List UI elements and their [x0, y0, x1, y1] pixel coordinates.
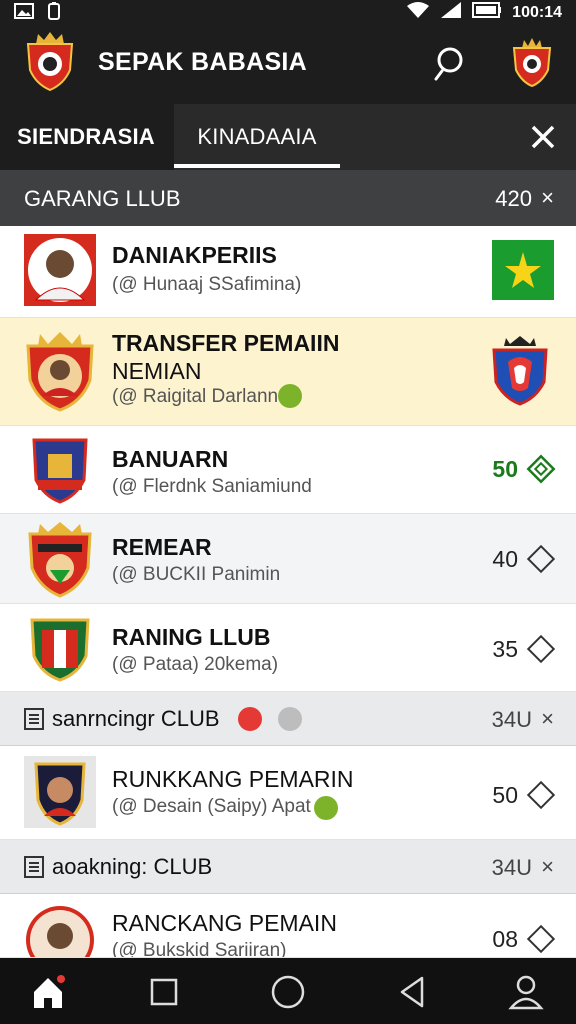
tab-siendrasia[interactable]: SIENDRASIA	[0, 104, 172, 170]
list-item[interactable]: RUNKKANG PEMARIN (@ Desain (Saipy) Apat …	[0, 746, 576, 840]
row-title: RANING LLUB	[112, 624, 271, 650]
close-button[interactable]	[526, 120, 560, 154]
search-button[interactable]	[432, 44, 472, 84]
circle-icon	[271, 975, 305, 1009]
nav-profile-button[interactable]	[506, 972, 546, 1012]
diamond-icon[interactable]	[526, 780, 556, 810]
row-subtitle: (@ Raigital Darlanna	[112, 386, 289, 407]
row-title: REMEAR	[112, 534, 212, 560]
row-title-line2: NEMIAN	[112, 358, 202, 384]
row-title: TRANSFER PEMAIIN	[112, 330, 340, 356]
active-tab-indicator	[174, 164, 340, 168]
list-item[interactable]: TRANSFER PEMAIIN NEMIAN (@ Raigital Darl…	[0, 318, 576, 426]
app-logo[interactable]	[24, 30, 76, 92]
club-logo	[24, 436, 96, 504]
player-avatar	[24, 234, 96, 306]
row-title: BANUARN	[112, 446, 229, 472]
search-icon	[434, 47, 463, 81]
row-value: 50	[492, 782, 518, 808]
star-flag-icon	[492, 240, 554, 300]
list-item[interactable]: RANING LLUB (@ Pataa) 20kema) 35	[0, 604, 576, 692]
row-title: RANCKANG PEMAIN	[112, 910, 337, 936]
section-header: aoakning: CLUB 34U ×	[0, 840, 576, 894]
verified-badge-icon	[314, 796, 338, 820]
status-bar: 100:14	[0, 0, 576, 22]
row-subtitle: (@ Bukskid Sariiran)	[112, 940, 287, 958]
list-icon	[24, 856, 44, 878]
player-avatar	[24, 904, 96, 957]
section-title: GARANG LLUB	[24, 186, 181, 211]
tab-bar: SIENDRASIA KINADAAIA	[0, 104, 576, 170]
row-subtitle: (@ BUCKII Panimin	[112, 564, 281, 585]
verified-badge-icon	[278, 384, 302, 408]
tab-label: SIENDRASIA	[17, 124, 155, 149]
row-value: 35	[492, 636, 518, 662]
list-item[interactable]: RANCKANG PEMAIN (@ Bukskid Sariiran) 08	[0, 894, 576, 958]
row-value: 40	[492, 546, 518, 572]
section-count: 420	[495, 186, 532, 211]
section-close-button[interactable]: ×	[541, 706, 554, 732]
close-icon	[531, 125, 555, 149]
grey-badge-icon	[278, 707, 302, 731]
club-shield-icon	[512, 38, 552, 88]
section-close-button[interactable]: ×	[541, 185, 554, 211]
club-logo	[24, 612, 96, 684]
row-title: DANIAKPERIIS	[112, 242, 277, 268]
section-header: GARANG LLUB 420 ×	[0, 170, 576, 226]
nav-back-button[interactable]	[392, 972, 432, 1012]
red-badge-icon	[238, 707, 262, 731]
section-close-button[interactable]: ×	[541, 854, 554, 880]
system-nav-bar	[0, 958, 576, 1024]
row-subtitle: (@ Hunaaj SSafimina)	[112, 274, 302, 295]
diamond-icon[interactable]	[526, 544, 556, 574]
player-badge	[24, 330, 96, 414]
row-value: 08	[492, 926, 518, 952]
tab-label: KINADAAIA	[197, 124, 317, 149]
diamond-icon[interactable]	[526, 454, 556, 484]
section-count: 34U	[491, 855, 532, 880]
nav-recents-button[interactable]	[144, 972, 184, 1012]
app-bar: SEPAK BABASIA	[0, 22, 576, 104]
row-value: 50	[492, 456, 518, 482]
row-subtitle: (@ Flerdnk Saniamiund	[112, 476, 312, 497]
image-icon	[14, 3, 34, 24]
profile-icon	[508, 975, 544, 1010]
nav-home-circle-button[interactable]	[268, 972, 308, 1012]
row-title: RUNKKANG PEMARIN	[112, 766, 354, 792]
club-crest-icon	[490, 334, 550, 408]
club-logo	[24, 520, 96, 598]
section-header: sanrncingr CLUB 34U ×	[0, 692, 576, 746]
list-icon	[24, 708, 44, 730]
list-item[interactable]: BANUARN (@ Flerdnk Saniamiund 50	[0, 426, 576, 514]
club-badge-button[interactable]	[510, 38, 554, 88]
section-title: aoakning: CLUB	[52, 854, 213, 879]
status-time: 100:14	[512, 3, 562, 21]
wifi-icon	[406, 1, 430, 24]
row-subtitle: (@ Desain (Saipy) Apat	[112, 796, 311, 817]
square-icon	[150, 978, 178, 1006]
signal-icon	[440, 1, 462, 24]
row-subtitle: (@ Pataa) 20kema)	[112, 654, 279, 675]
diamond-icon[interactable]	[526, 924, 556, 954]
section-count: 34U	[491, 707, 532, 732]
player-badge	[24, 756, 96, 828]
back-icon	[400, 976, 424, 1008]
diamond-icon[interactable]	[526, 634, 556, 664]
battery-icon	[472, 2, 502, 23]
app-title: SEPAK BABASIA	[98, 48, 308, 76]
list-item[interactable]: DANIAKPERIIS (@ Hunaaj SSafimina)	[0, 226, 576, 318]
nav-home-button[interactable]	[28, 972, 68, 1012]
section-title: sanrncingr CLUB	[52, 706, 220, 731]
home-icon	[34, 975, 65, 1008]
list-item[interactable]: REMEAR (@ BUCKII Panimin 40	[0, 514, 576, 604]
tab-kinadaaia[interactable]: KINADAAIA	[174, 104, 340, 170]
